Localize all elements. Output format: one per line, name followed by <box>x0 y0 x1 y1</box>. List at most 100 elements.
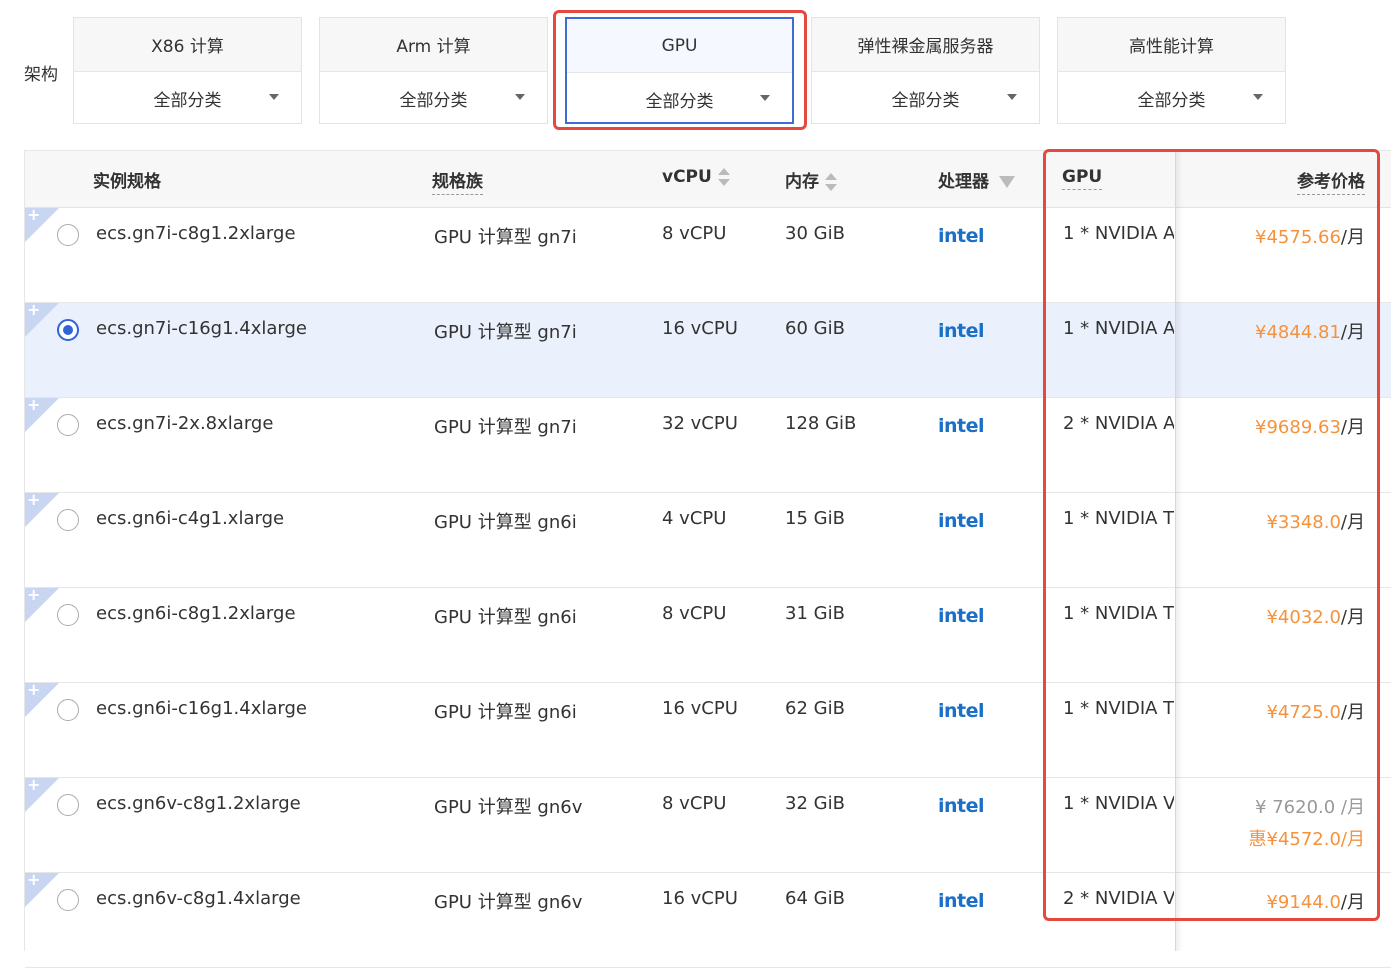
spec-cell: ecs.gn6i-c8g1.2xlarge <box>96 603 296 624</box>
family-cell: GPU 计算型 gn6v <box>434 892 583 913</box>
arch-option-title: 高性能计算 <box>1058 18 1285 72</box>
price-cell: ¥4032.0/月 <box>1266 603 1365 629</box>
gpu-cell: 1 * NVIDIA T4 <box>1063 698 1174 719</box>
table-row[interactable]: + ecs.gn6i-c4g1.xlarge GPU 计算型 gn6i 4 vC… <box>25 490 1391 588</box>
arch-option-gpu[interactable]: GPU 全部分类 <box>565 17 794 124</box>
memory-cell: 64 GiB <box>785 888 845 909</box>
price-amount: ¥9144.0 <box>1266 892 1341 913</box>
arch-option-x86[interactable]: X86 计算 全部分类 <box>73 17 302 124</box>
header-family[interactable]: 规格族 <box>432 167 483 195</box>
price-unit: /月 <box>1340 227 1365 248</box>
memory-cell: 62 GiB <box>785 698 845 719</box>
memory-cell: 60 GiB <box>785 318 845 339</box>
intel-logo: intel <box>938 510 985 532</box>
plus-icon: + <box>27 775 41 794</box>
header-vcpu[interactable]: vCPU <box>662 167 730 187</box>
vcpu-cell: 8 vCPU <box>662 793 727 814</box>
price-amount: ¥4032.0 <box>1266 607 1341 628</box>
table-row[interactable]: + ecs.gn6v-c8g1.4xlarge GPU 计算型 gn6v 16 … <box>25 870 1391 968</box>
header-family-label: 规格族 <box>432 172 483 195</box>
memory-cell: 30 GiB <box>785 223 845 244</box>
vcpu-cell: 32 vCPU <box>662 413 738 434</box>
filter-icon[interactable] <box>999 176 1015 188</box>
header-processor[interactable]: 处理器 <box>938 167 1015 192</box>
arch-option-arm[interactable]: Arm 计算 全部分类 <box>319 17 548 124</box>
radio-button[interactable] <box>57 794 79 816</box>
header-memory-label: 内存 <box>785 172 819 192</box>
family-cell: GPU 计算型 gn6i <box>434 607 577 628</box>
radio-button[interactable] <box>57 604 79 626</box>
caret-down-icon <box>269 94 279 100</box>
price-amount: ¥9689.63 <box>1255 417 1341 438</box>
family-cell: GPU 计算型 gn7i <box>434 227 577 248</box>
price-cell: ¥4575.66/月 <box>1255 223 1365 249</box>
price-unit: /月 <box>1340 417 1365 438</box>
arch-option-title: Arm 计算 <box>320 18 547 72</box>
plus-icon: + <box>27 585 41 604</box>
vcpu-cell: 16 vCPU <box>662 318 738 339</box>
intel-logo: intel <box>938 700 985 722</box>
discount-price: 惠¥4572.0/月 <box>1248 829 1366 850</box>
table-row[interactable]: + ecs.gn6v-c8g1.2xlarge GPU 计算型 gn6v 8 v… <box>25 775 1391 873</box>
intel-logo: intel <box>938 890 985 912</box>
vcpu-cell: 8 vCPU <box>662 603 727 624</box>
price-unit: /月 <box>1340 892 1365 913</box>
instance-table: 实例规格 规格族 vCPU 内存 处理器 GPU 参考价格 + ecs.gn7i… <box>24 150 1391 968</box>
category-dropdown[interactable]: 全部分类 <box>74 72 301 124</box>
sort-icon[interactable] <box>717 168 730 186</box>
intel-logo: intel <box>938 795 985 817</box>
header-spec: 实例规格 <box>93 172 161 192</box>
arch-option-title: GPU <box>567 19 792 73</box>
spec-cell: ecs.gn6i-c4g1.xlarge <box>96 508 285 529</box>
memory-cell: 32 GiB <box>785 793 845 814</box>
radio-button[interactable] <box>57 319 79 341</box>
caret-down-icon <box>760 95 770 101</box>
category-dropdown-value: 全部分类 <box>399 90 468 111</box>
gpu-cell: 1 * NVIDIA T4 <box>1063 603 1174 624</box>
radio-button[interactable] <box>57 414 79 436</box>
radio-button[interactable] <box>57 889 79 911</box>
category-dropdown-value: 全部分类 <box>891 90 960 111</box>
radio-button[interactable] <box>57 699 79 721</box>
table-row[interactable]: + ecs.gn7i-2x.8xlarge GPU 计算型 gn7i 32 vC… <box>25 395 1391 493</box>
intel-logo: intel <box>938 605 985 627</box>
category-dropdown-value: 全部分类 <box>153 90 222 111</box>
spec-cell: ecs.gn7i-2x.8xlarge <box>96 413 274 434</box>
plus-icon: + <box>27 395 41 414</box>
category-dropdown[interactable]: 全部分类 <box>1058 72 1285 124</box>
gpu-cell: 2 * NVIDIA A1 <box>1063 413 1174 434</box>
header-price-label: 参考价格 <box>1297 172 1365 195</box>
price-cell: ¥ 7620.0 /月 惠¥4572.0/月 <box>1249 793 1366 851</box>
price-unit: /月 <box>1340 607 1365 628</box>
header-gpu[interactable]: GPU <box>1062 167 1103 190</box>
table-row[interactable]: + ecs.gn6i-c8g1.2xlarge GPU 计算型 gn6i 8 v… <box>25 585 1391 683</box>
table-row[interactable]: + ecs.gn6i-c16g1.4xlarge GPU 计算型 gn6i 16… <box>25 680 1391 778</box>
header-vcpu-label: vCPU <box>662 167 712 187</box>
category-dropdown[interactable]: 全部分类 <box>567 73 792 125</box>
intel-logo: intel <box>938 320 985 342</box>
architecture-label: 架构 <box>24 65 58 85</box>
caret-down-icon <box>1007 94 1017 100</box>
table-row[interactable]: + ecs.gn7i-c8g1.2xlarge GPU 计算型 gn7i 8 v… <box>25 205 1391 303</box>
table-row[interactable]: + ecs.gn7i-c16g1.4xlarge GPU 计算型 gn7i 16… <box>25 300 1391 398</box>
arch-option-bare-metal[interactable]: 弹性裸金属服务器 全部分类 <box>811 17 1040 124</box>
header-price[interactable]: 参考价格 <box>1297 167 1365 195</box>
header-gpu-label: GPU <box>1062 167 1103 190</box>
arch-option-hpc[interactable]: 高性能计算 全部分类 <box>1057 17 1286 124</box>
sort-icon[interactable] <box>825 173 837 191</box>
spec-cell: ecs.gn6v-c8g1.4xlarge <box>96 888 301 909</box>
arch-option-title: X86 计算 <box>74 18 301 72</box>
table-header: 实例规格 规格族 vCPU 内存 处理器 GPU 参考价格 <box>25 151 1391 208</box>
radio-button[interactable] <box>57 509 79 531</box>
price-unit: /月 <box>1340 512 1365 533</box>
price-unit: /月 <box>1340 702 1365 723</box>
memory-cell: 128 GiB <box>785 413 857 434</box>
family-cell: GPU 计算型 gn6v <box>434 797 583 818</box>
category-dropdown[interactable]: 全部分类 <box>812 72 1039 124</box>
price-amount: ¥4725.0 <box>1266 702 1341 723</box>
header-memory[interactable]: 内存 <box>785 167 837 192</box>
plus-icon: + <box>27 300 41 319</box>
category-dropdown[interactable]: 全部分类 <box>320 72 547 124</box>
gpu-cell: 2 * NVIDIA V1 <box>1063 888 1174 909</box>
radio-button[interactable] <box>57 224 79 246</box>
